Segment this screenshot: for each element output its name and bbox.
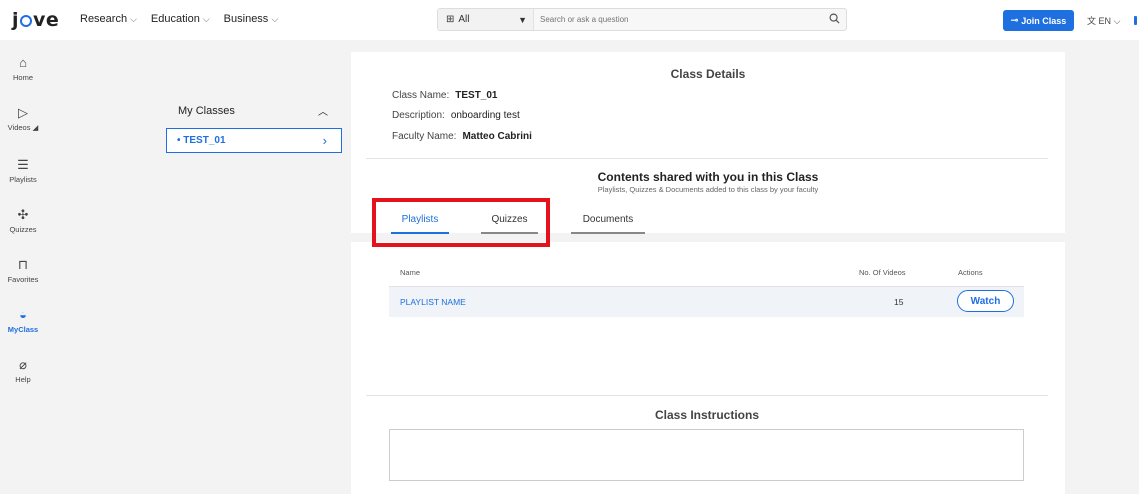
watch-button[interactable]: Watch	[957, 290, 1014, 312]
class-instructions-title: Class Instructions	[654, 408, 760, 422]
description-row: Description: onboarding test	[392, 110, 520, 121]
graduation-cap-icon: ◒	[19, 307, 27, 322]
search-icon[interactable]	[822, 13, 846, 27]
join-class-button[interactable]: ⊸ Join Class	[1003, 10, 1074, 31]
chevron-up-icon: ︿	[318, 107, 328, 118]
nav-education[interactable]: Education ⌵	[151, 13, 210, 25]
red-highlight-box	[372, 198, 550, 247]
sidebar-item-playlists[interactable]: ☰ Playlists	[0, 157, 46, 185]
column-header-actions: Actions	[958, 268, 983, 277]
sidebar-item-myclass[interactable]: ◒ MyClass	[0, 307, 46, 335]
column-header-videos: No. Of Videos	[859, 268, 906, 277]
chevron-down-icon: ⌵	[202, 14, 210, 24]
my-classes-header[interactable]: My Classes ︿	[166, 98, 342, 123]
shared-contents-subtitle: Playlists, Quizzes & Documents added to …	[597, 185, 819, 194]
edge-indicator	[1134, 16, 1137, 25]
chevron-right-icon: ›	[322, 133, 327, 148]
graduation-cap-icon: ⊸	[1010, 15, 1019, 25]
home-icon: ⌂	[19, 55, 27, 70]
caret-icon: ◢	[30, 123, 39, 132]
sidebar-item-quizzes[interactable]: ✣ Quizzes	[0, 207, 46, 235]
table-row	[389, 286, 1024, 317]
shared-contents-title: Contents shared with you in this Class	[597, 170, 819, 184]
divider	[366, 395, 1048, 396]
class-instructions-box	[389, 429, 1024, 481]
translate-icon: 文	[1087, 16, 1097, 26]
sidebar: ⌂ Home ▷ Videos ◢ ☰ Playlists ✣ Quizzes …	[0, 40, 46, 494]
grid-icon: ⊞	[446, 14, 455, 25]
class-list-item[interactable]: • TEST_01 ›	[166, 128, 342, 153]
chevron-down-icon: ▼	[518, 14, 527, 25]
sidebar-item-favorites[interactable]: ⊓ Favorites	[0, 257, 46, 285]
language-selector[interactable]: 文 EN ⌵	[1087, 14, 1120, 27]
nav-business[interactable]: Business ⌵	[224, 13, 278, 25]
divider	[366, 158, 1048, 159]
sidebar-item-home[interactable]: ⌂ Home	[0, 55, 46, 83]
faculty-row: Faculty Name: Matteo Cabrini	[392, 131, 532, 142]
puzzle-icon: ✣	[17, 207, 29, 222]
bookmark-icon: ⊓	[17, 257, 29, 272]
video-count: 15	[894, 297, 904, 307]
tab-underline	[571, 232, 645, 234]
main-nav: Research ⌵ Education ⌵ Business ⌵	[80, 13, 278, 25]
class-name-row: Class Name: TEST_01	[392, 90, 498, 101]
search-bar: ⊞ All ▼	[437, 8, 847, 31]
video-icon: ▷	[18, 105, 28, 120]
jove-logo[interactable]: j ve	[12, 9, 59, 31]
chevron-down-icon: ⌵	[271, 14, 279, 24]
column-header-name: Name	[400, 268, 421, 277]
chevron-down-icon: ⌵	[130, 14, 137, 24]
tab-documents[interactable]: Documents	[571, 214, 645, 234]
playlist-icon: ☰	[17, 157, 29, 172]
sidebar-item-help[interactable]: ⌀ Help	[0, 357, 46, 385]
chevron-down-icon: ⌵	[1113, 16, 1121, 26]
top-bar: j ve Research ⌵ Education ⌵ Business ⌵ ⊞ All…	[0, 0, 1139, 40]
class-details-title: Class Details	[670, 67, 746, 81]
playlist-name-link[interactable]: PLAYLIST NAME	[400, 297, 466, 307]
search-scope-select[interactable]: ⊞ All ▼	[438, 9, 534, 30]
help-icon: ⌀	[19, 357, 27, 372]
sidebar-item-videos[interactable]: ▷ Videos ◢	[0, 105, 46, 133]
nav-research[interactable]: Research ⌵	[80, 13, 137, 25]
search-input[interactable]	[534, 9, 822, 30]
